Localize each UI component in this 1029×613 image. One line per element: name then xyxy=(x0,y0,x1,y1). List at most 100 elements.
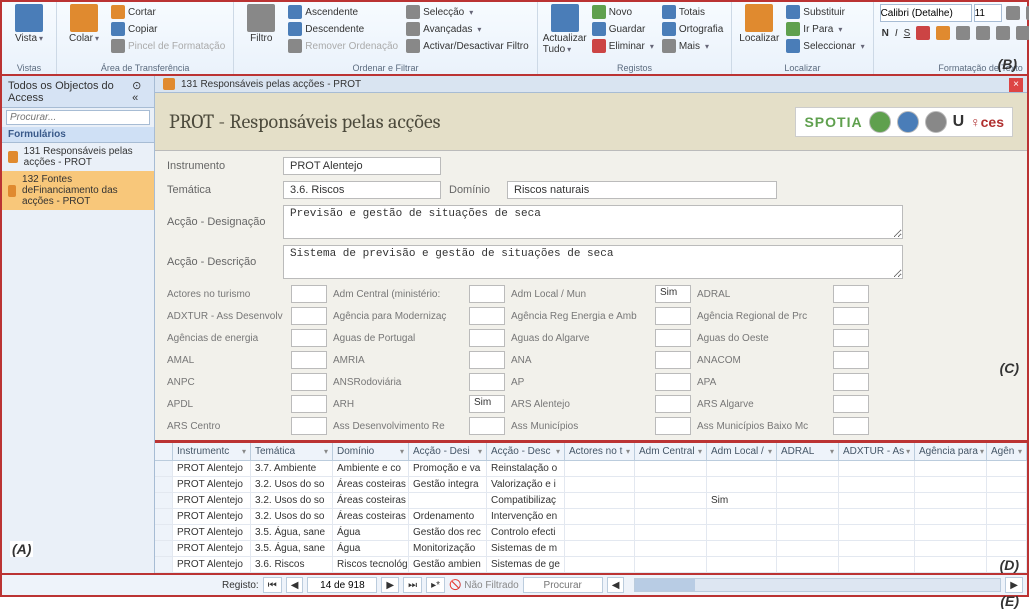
asc-button[interactable]: Ascendente xyxy=(286,4,400,20)
actor-input[interactable] xyxy=(469,351,505,369)
actor-input[interactable] xyxy=(833,329,869,347)
column-header[interactable]: Temática▾ xyxy=(251,443,333,460)
instrumento-input[interactable] xyxy=(283,157,441,175)
toggle-filter-button[interactable]: Activar/Desactivar Filtro xyxy=(404,38,531,54)
accao-desc-input[interactable] xyxy=(283,245,903,279)
form-tab[interactable]: 131 Responsáveis pelas acções - PROT xyxy=(155,76,1027,93)
actor-input[interactable] xyxy=(655,307,691,325)
column-header[interactable]: Adm Central▾ xyxy=(635,443,707,460)
cortar-button[interactable]: Cortar xyxy=(109,4,227,20)
actor-input[interactable] xyxy=(833,373,869,391)
align-left-icon[interactable] xyxy=(954,25,972,41)
actor-input[interactable] xyxy=(833,307,869,325)
font-name-select[interactable] xyxy=(880,4,972,22)
recnav-filter-state[interactable]: 🚫 Não Filtrado xyxy=(449,580,519,591)
recnav-prev[interactable]: ◀ xyxy=(286,577,304,593)
copiar-button[interactable]: Copiar xyxy=(109,21,227,37)
column-header[interactable]: Agên▾ xyxy=(987,443,1027,460)
align-right-icon[interactable] xyxy=(994,25,1012,41)
actor-input[interactable] xyxy=(291,373,327,391)
table-row[interactable]: PROT Alentejo3.2. Usos do soÁreas costei… xyxy=(155,477,1027,493)
hscroll-right[interactable]: ▶ xyxy=(1005,577,1023,593)
bold-button[interactable]: N xyxy=(880,25,891,41)
column-header[interactable]: Domínio▾ xyxy=(333,443,409,460)
font-size-select[interactable] xyxy=(974,4,1002,22)
actor-input[interactable] xyxy=(655,417,691,435)
novo-button[interactable]: Novo xyxy=(590,4,656,20)
recnav-search[interactable] xyxy=(523,577,603,593)
seleccao-button[interactable]: Selecção xyxy=(404,4,531,20)
column-header[interactable]: ADXTUR - As▾ xyxy=(839,443,915,460)
recnav-last[interactable]: ⏭ xyxy=(403,577,422,593)
pincel-button[interactable]: Pincel de Formatação xyxy=(109,38,227,54)
actor-input[interactable] xyxy=(291,329,327,347)
hscroll-left[interactable]: ◀ xyxy=(607,577,625,593)
fill-color-button[interactable] xyxy=(934,25,952,41)
localizar-button[interactable]: Localizar xyxy=(738,4,780,44)
actor-input[interactable]: Sim xyxy=(655,285,691,303)
bullets-icon[interactable] xyxy=(1004,4,1022,22)
table-row[interactable]: PROT Alentejo3.5. Água, saneÁguaMonitori… xyxy=(155,541,1027,557)
dominio-input[interactable] xyxy=(507,181,777,199)
table-row[interactable]: PROT Alentejo3.2. Usos do soÁreas costei… xyxy=(155,493,1027,509)
actor-input[interactable] xyxy=(833,395,869,413)
horizontal-scrollbar[interactable] xyxy=(634,578,1001,592)
underline-button[interactable]: S xyxy=(902,25,913,41)
tematica-input[interactable] xyxy=(283,181,441,199)
actor-input[interactable] xyxy=(469,417,505,435)
italic-button[interactable]: I xyxy=(893,25,900,41)
actor-input[interactable]: Sim xyxy=(469,395,505,413)
actor-input[interactable] xyxy=(469,307,505,325)
column-header[interactable]: Adm Local /▾ xyxy=(707,443,777,460)
actor-input[interactable] xyxy=(291,351,327,369)
column-header[interactable]: Acção - Desc▾ xyxy=(487,443,565,460)
recnav-new[interactable]: ▸* xyxy=(426,577,445,593)
table-row[interactable]: PROT Alentejo3.6. RiscosRiscos tecnológG… xyxy=(155,557,1027,573)
actor-input[interactable] xyxy=(469,285,505,303)
totais-button[interactable]: Totais xyxy=(660,4,725,20)
actualizar-button[interactable]: Actualizar Tudo xyxy=(544,4,586,55)
desc-button[interactable]: Descendente xyxy=(286,21,400,37)
table-row[interactable]: PROT Alentejo3.5. Água, saneÁguaGestão d… xyxy=(155,525,1027,541)
seleccionar-button[interactable]: Seleccionar xyxy=(784,38,866,54)
substituir-button[interactable]: Substituir xyxy=(784,4,866,20)
accao-desig-input[interactable] xyxy=(283,205,903,239)
vista-button[interactable]: Vista xyxy=(8,4,50,44)
actor-input[interactable] xyxy=(833,351,869,369)
nav-item-131[interactable]: 131 Responsáveis pelas acções - PROT xyxy=(2,143,154,171)
chevron-down-icon[interactable]: ⊙ « xyxy=(132,79,148,104)
actor-input[interactable] xyxy=(833,417,869,435)
column-header[interactable]: ADRAL▾ xyxy=(777,443,839,460)
actor-input[interactable] xyxy=(291,307,327,325)
avancadas-button[interactable]: Avançadas xyxy=(404,21,531,37)
actor-input[interactable] xyxy=(655,329,691,347)
nav-search-input[interactable] xyxy=(6,110,150,125)
irpara-button[interactable]: Ir Para xyxy=(784,21,866,37)
column-header[interactable]: Agência para▾ xyxy=(915,443,987,460)
gridlines-icon[interactable] xyxy=(1014,25,1029,41)
nav-item-132[interactable]: 132 Fontes deFinanciamento das acções - … xyxy=(2,171,154,210)
actor-input[interactable] xyxy=(291,285,327,303)
actor-input[interactable] xyxy=(833,285,869,303)
actor-input[interactable] xyxy=(469,373,505,391)
filtro-button[interactable]: Filtro xyxy=(240,4,282,44)
actor-input[interactable] xyxy=(655,351,691,369)
actor-input[interactable] xyxy=(655,395,691,413)
form-close-button[interactable]: × xyxy=(1009,78,1023,92)
column-header[interactable]: Instrumentc▾ xyxy=(173,443,251,460)
table-row[interactable]: PROT Alentejo3.7. AmbienteAmbiente e coP… xyxy=(155,461,1027,477)
nav-category[interactable]: Formulários xyxy=(2,127,154,143)
actor-input[interactable] xyxy=(655,373,691,391)
recnav-first[interactable]: ⏮ xyxy=(263,577,282,593)
align-center-icon[interactable] xyxy=(974,25,992,41)
column-header[interactable]: Acção - Desi▾ xyxy=(409,443,487,460)
actor-input[interactable] xyxy=(291,395,327,413)
remover-ord-button[interactable]: Remover Ordenação xyxy=(286,38,400,54)
mais-button[interactable]: Mais xyxy=(660,38,725,54)
table-row[interactable]: PROT Alentejo3.2. Usos do soÁreas costei… xyxy=(155,509,1027,525)
numbering-icon[interactable] xyxy=(1024,4,1029,22)
row-selector-header[interactable] xyxy=(155,443,173,460)
nav-header[interactable]: Todos os Objectos do Access ⊙ « xyxy=(2,76,154,108)
guardar-button[interactable]: Guardar xyxy=(590,21,656,37)
font-color-button[interactable] xyxy=(914,25,932,41)
